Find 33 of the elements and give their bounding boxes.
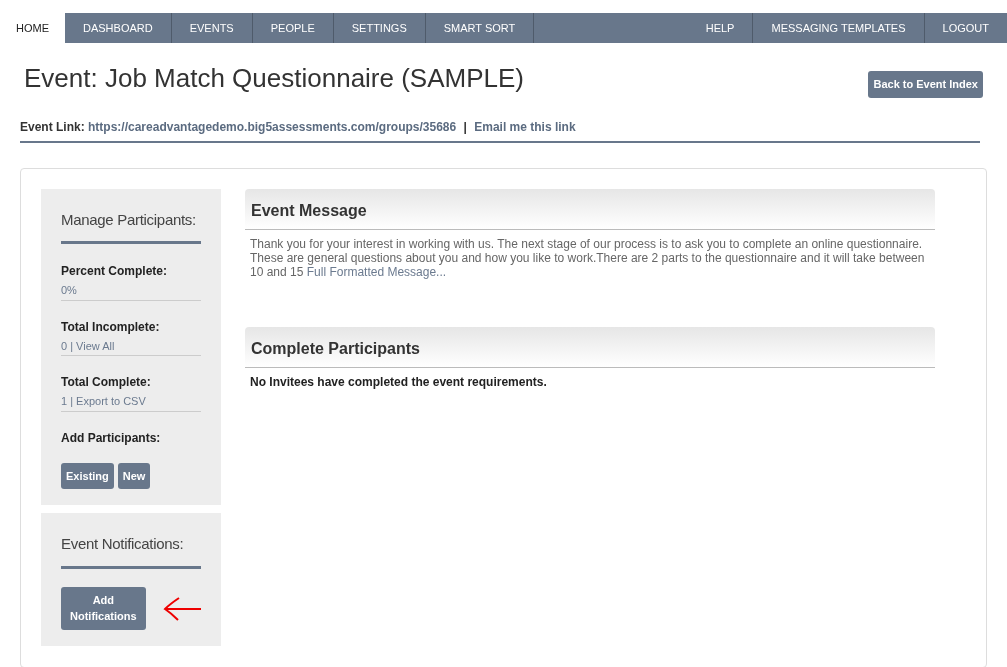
event-url-link[interactable]: https://careadvantagedemo.big5assessments.com/groups/35686	[88, 119, 457, 134]
stat-label: Percent Complete:	[61, 263, 169, 280]
email-link[interactable]: Email me this link	[474, 119, 576, 134]
stat-label: Total Incomplete:	[61, 318, 161, 336]
nav-tab[interactable]: LOGOUT	[923, 13, 1007, 43]
stat-link[interactable]: 0 | View All	[61, 335, 201, 356]
nav-tab[interactable]: EVENTS	[171, 13, 253, 43]
arrow-annotation	[161, 595, 201, 621]
full-message-link[interactable]: Full Formatted Message...	[306, 265, 447, 280]
stat-label: Total Complete:	[61, 374, 152, 391]
nav-tab[interactable]: DASHBOARD	[65, 13, 172, 43]
nav-tab[interactable]: SMART SORT	[425, 13, 535, 43]
nav-tab[interactable]: MESSAGING TEMPLATES	[752, 13, 924, 43]
panel-heading: Manage Participants:	[61, 208, 201, 244]
stat-link[interactable]: 1 | Export to CSV	[61, 391, 201, 412]
panel-heading: Event Notifications:	[61, 533, 201, 569]
panel-heading: Complete Participants	[245, 326, 935, 368]
empty-message: No Invitees have completed the event requirements.	[249, 373, 548, 391]
nav-tab[interactable]: HELP	[687, 13, 753, 43]
add-participant-button[interactable]: New	[117, 462, 151, 489]
panel-heading: Event Message	[245, 188, 935, 230]
page-title: Event: Job Match Questionnaire (SAMPLE)	[24, 63, 524, 95]
back-button[interactable]: Back to Event Index	[868, 71, 983, 98]
message-text: Thank you for your interest in working with us. The next stage of our process is to ask you to complete an online questionnaire. These are general questions about you and how you like to work.There are 2 parts to the questionnaire and it will take between 10 and 15 Full Formatted Message...	[249, 235, 926, 282]
stat-label: Add Participants:	[61, 429, 162, 447]
nav-tab[interactable]: PEOPLE	[252, 13, 334, 43]
nav-tab[interactable]: HOME	[0, 13, 65, 43]
event-link-label: Event Link:	[20, 119, 85, 134]
separator: |	[463, 119, 467, 134]
add-notifications-button[interactable]: Add Notifications	[61, 586, 146, 630]
nav-tab[interactable]: SETTINGS	[333, 13, 426, 43]
add-participant-button[interactable]: Existing	[61, 462, 114, 489]
stat-link[interactable]: 0%	[61, 280, 201, 301]
